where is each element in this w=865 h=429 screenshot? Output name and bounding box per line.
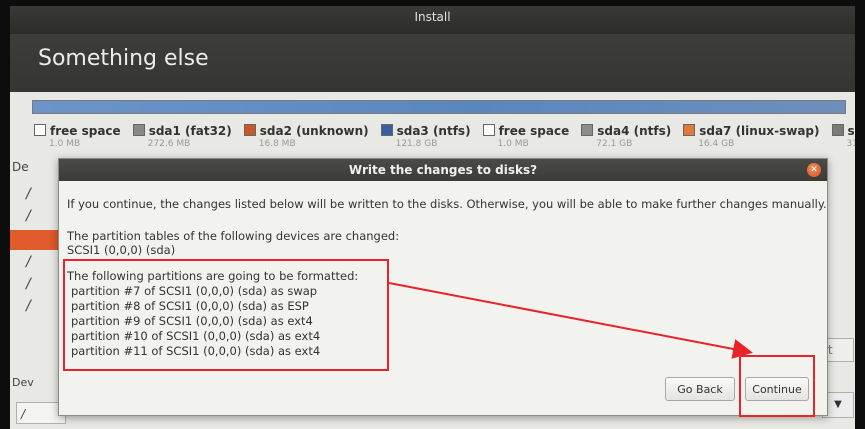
write-changes-dialog: Write the changes to disks? ✕ If you con… <box>58 158 828 417</box>
dialog-intro: If you continue, the changes listed belo… <box>67 197 827 211</box>
legend-item: sda1 (fat32) 272.6 MB <box>132 120 232 149</box>
legend-swatch <box>132 124 145 136</box>
partition-legend: free space 1.0 MB sda1 (fat32) 272.6 MB sda2… <box>34 120 855 150</box>
legend-swatch <box>581 124 594 136</box>
go-back-button[interactable]: Go Back <box>665 377 735 401</box>
window-title: Install <box>414 10 451 24</box>
legend-item: sda7 (linux-swap) 16.4 GB <box>683 120 820 149</box>
legend-size: 121.8 GB <box>395 139 438 149</box>
screen: Install Something else free space 1.0 MB s… <box>10 6 855 429</box>
legend-name: free space <box>498 124 570 138</box>
dialog-title: Write the changes to disks? <box>59 159 827 181</box>
close-icon[interactable]: ✕ <box>807 163 821 177</box>
legend-item: free space 1.0 MB <box>34 120 121 149</box>
legend-swatch <box>380 124 393 136</box>
bg-device-header: De <box>12 160 29 174</box>
list-item: partition #11 of SCSI1 (0,0,0) (sda) as … <box>71 344 321 358</box>
legend-name: sda1 (fat32) <box>148 124 232 138</box>
legend-item: sda8 (e311.7 M <box>831 120 856 149</box>
legend-name: sda7 (linux-swap) <box>699 124 820 138</box>
page-title: Something else <box>38 46 209 71</box>
legend-swatch <box>831 124 844 136</box>
page-heading: Something else <box>10 34 855 92</box>
legend-name: sda2 (unknown) <box>259 124 369 138</box>
legend-size: 272.6 MB <box>147 139 191 149</box>
legend-size: 16.4 GB <box>698 139 735 149</box>
format-list: The following partitions are going to be… <box>67 269 397 359</box>
tables-header: The partition tables of the following de… <box>67 229 400 243</box>
legend-name: sda8 (e <box>847 124 856 138</box>
list-item: partition #9 of SCSI1 (0,0,0) (sda) as e… <box>71 314 313 328</box>
bg-device-select-text: / <box>21 407 26 421</box>
legend-size: 72.1 GB <box>596 139 633 149</box>
continue-button[interactable]: Continue <box>745 377 809 401</box>
legend-size: 16.8 MB <box>258 139 296 149</box>
disk-usage-bar <box>32 100 846 114</box>
tables-device: SCSI1 (0,0,0) (sda) <box>67 243 176 257</box>
legend-name: sda4 (ntfs) <box>597 124 672 138</box>
legend-size: 1.0 MB <box>49 139 81 149</box>
list-item: partition #8 of SCSI1 (0,0,0) (sda) as E… <box>71 299 309 313</box>
legend-size: 1.0 MB <box>497 139 529 149</box>
legend-name: free space <box>50 124 121 138</box>
bg-device-label: Dev <box>12 376 34 389</box>
legend-swatch <box>482 124 495 136</box>
legend-swatch <box>243 124 256 136</box>
legend-item: sda2 (unknown) 16.8 MB <box>243 120 369 149</box>
legend-swatch <box>34 124 46 136</box>
dialog-title-text: Write the changes to disks? <box>348 163 538 177</box>
legend-name: sda3 (ntfs) <box>396 124 471 138</box>
window-titlebar: Install <box>10 6 855 34</box>
legend-size: 311.7 M <box>846 139 856 149</box>
legend-item: sda3 (ntfs) 121.8 GB <box>380 120 471 149</box>
legend-swatch <box>683 124 696 136</box>
legend-item: free space 1.0 MB <box>482 120 570 149</box>
list-item: partition #10 of SCSI1 (0,0,0) (sda) as … <box>71 329 321 343</box>
list-item: partition #7 of SCSI1 (0,0,0) (sda) as s… <box>71 284 318 298</box>
legend-item: sda4 (ntfs) 72.1 GB <box>581 120 671 149</box>
format-header: The following partitions are going to be… <box>67 269 359 283</box>
